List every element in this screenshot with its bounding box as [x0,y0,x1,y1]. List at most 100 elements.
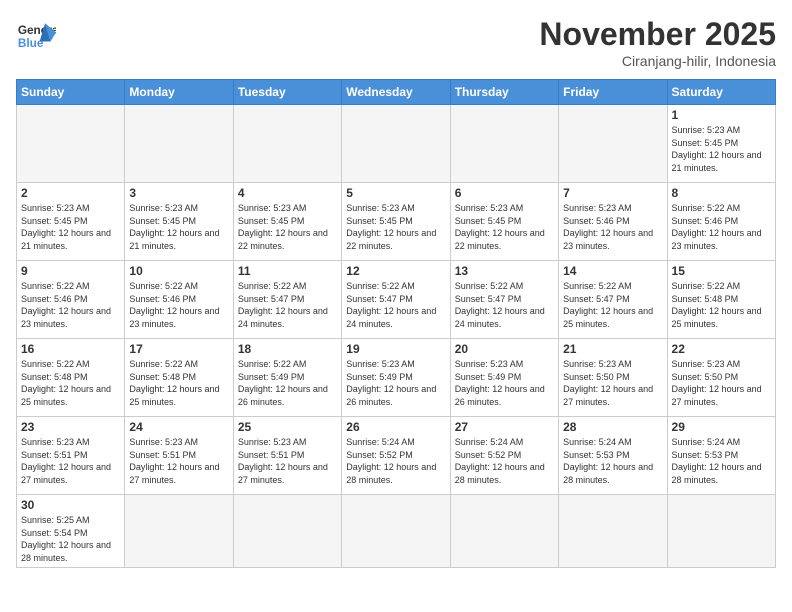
day-info: Sunrise: 5:22 AMSunset: 5:46 PMDaylight:… [672,202,771,252]
day-number: 27 [455,420,554,434]
day-info: Sunrise: 5:25 AMSunset: 5:54 PMDaylight:… [21,514,120,564]
day-number: 30 [21,498,120,512]
week-row-3: 9 Sunrise: 5:22 AMSunset: 5:46 PMDaylight… [17,261,776,339]
calendar-cell: 1Sunrise: 5:23 AMSunset: 5:45 PMDaylight… [667,105,775,183]
calendar-cell: 29Sunrise: 5:24 AMSunset: 5:53 PMDayligh… [667,417,775,495]
day-info: Sunrise: 5:23 AMSunset: 5:51 PMDaylight:… [129,436,228,486]
day-info: Sunrise: 5:23 AMSunset: 5:46 PMDaylight:… [563,202,662,252]
day-number: 17 [129,342,228,356]
day-info: Sunrise: 5:23 AMSunset: 5:45 PMDaylight:… [346,202,445,252]
calendar-cell: 26 Sunrise: 5:24 AMSunset: 5:52 PMDayligh… [342,417,450,495]
calendar-cell: 17 Sunrise: 5:22 AMSunset: 5:48 PMDayligh… [125,339,233,417]
calendar-cell: 19Sunrise: 5:23 AMSunset: 5:49 PMDayligh… [342,339,450,417]
week-row-6: 30 Sunrise: 5:25 AMSunset: 5:54 PMDayligh… [17,495,776,568]
calendar-cell: 3Sunrise: 5:23 AMSunset: 5:45 PMDaylight… [125,183,233,261]
calendar-cell: 9 Sunrise: 5:22 AMSunset: 5:46 PMDaylight… [17,261,125,339]
calendar-cell: 18 Sunrise: 5:22 AMSunset: 5:49 PMDayligh… [233,339,341,417]
day-info: Sunrise: 5:23 AMSunset: 5:50 PMDaylight:… [563,358,662,408]
day-info: Sunrise: 5:24 AMSunset: 5:52 PMDaylight:… [346,436,445,486]
day-info: Sunrise: 5:23 AMSunset: 5:51 PMDaylight:… [21,436,120,486]
day-info: Sunrise: 5:22 AMSunset: 5:48 PMDaylight:… [129,358,228,408]
calendar-cell [342,105,450,183]
week-row-4: 16 Sunrise: 5:22 AMSunset: 5:48 PMDayligh… [17,339,776,417]
day-info: Sunrise: 5:22 AMSunset: 5:46 PMDaylight:… [129,280,228,330]
calendar-cell: 11 Sunrise: 5:22 AMSunset: 5:47 PMDayligh… [233,261,341,339]
calendar-cell: 6 Sunrise: 5:23 AMSunset: 5:45 PMDaylight… [450,183,558,261]
calendar-cell: 10 Sunrise: 5:22 AMSunset: 5:46 PMDayligh… [125,261,233,339]
day-info: Sunrise: 5:22 AMSunset: 5:47 PMDaylight:… [563,280,662,330]
day-number: 21 [563,342,662,356]
day-number: 5 [346,186,445,200]
day-info: Sunrise: 5:23 AMSunset: 5:45 PMDaylight:… [129,202,228,252]
weekday-header-thursday: Thursday [450,80,558,105]
calendar-cell: 12Sunrise: 5:22 AMSunset: 5:47 PMDayligh… [342,261,450,339]
calendar-cell: 7Sunrise: 5:23 AMSunset: 5:46 PMDaylight… [559,183,667,261]
calendar-cell [450,105,558,183]
calendar-cell [450,495,558,568]
calendar-cell: 14 Sunrise: 5:22 AMSunset: 5:47 PMDayligh… [559,261,667,339]
weekday-header-row: SundayMondayTuesdayWednesdayThursdayFrid… [17,80,776,105]
calendar-cell: 2Sunrise: 5:23 AMSunset: 5:45 PMDaylight… [17,183,125,261]
calendar-cell [342,495,450,568]
calendar-cell: 16 Sunrise: 5:22 AMSunset: 5:48 PMDayligh… [17,339,125,417]
calendar-cell: 4Sunrise: 5:23 AMSunset: 5:45 PMDaylight… [233,183,341,261]
calendar-cell: 5 Sunrise: 5:23 AMSunset: 5:45 PMDaylight… [342,183,450,261]
calendar-cell: 8 Sunrise: 5:22 AMSunset: 5:46 PMDaylight… [667,183,775,261]
calendar-cell [233,105,341,183]
week-row-5: 23Sunrise: 5:23 AMSunset: 5:51 PMDayligh… [17,417,776,495]
day-info: Sunrise: 5:22 AMSunset: 5:46 PMDaylight:… [21,280,120,330]
day-number: 10 [129,264,228,278]
week-row-1: 1Sunrise: 5:23 AMSunset: 5:45 PMDaylight… [17,105,776,183]
calendar-cell: 13 Sunrise: 5:22 AMSunset: 5:47 PMDayligh… [450,261,558,339]
day-number: 6 [455,186,554,200]
day-info: Sunrise: 5:22 AMSunset: 5:48 PMDaylight:… [21,358,120,408]
day-info: Sunrise: 5:22 AMSunset: 5:47 PMDaylight:… [455,280,554,330]
day-info: Sunrise: 5:24 AMSunset: 5:53 PMDaylight:… [563,436,662,486]
logo: General Blue [16,16,56,56]
svg-text:Blue: Blue [18,36,44,50]
day-info: Sunrise: 5:23 AMSunset: 5:45 PMDaylight:… [21,202,120,252]
month-title: November 2025 [539,16,776,53]
calendar-cell: 28 Sunrise: 5:24 AMSunset: 5:53 PMDayligh… [559,417,667,495]
day-number: 18 [238,342,337,356]
day-number: 16 [21,342,120,356]
day-info: Sunrise: 5:23 AMSunset: 5:49 PMDaylight:… [455,358,554,408]
day-number: 12 [346,264,445,278]
calendar-cell [559,105,667,183]
calendar-cell: 23Sunrise: 5:23 AMSunset: 5:51 PMDayligh… [17,417,125,495]
logo-icon: General Blue [16,16,56,56]
weekday-header-monday: Monday [125,80,233,105]
day-number: 4 [238,186,337,200]
day-info: Sunrise: 5:23 AMSunset: 5:45 PMDaylight:… [455,202,554,252]
calendar-cell: 20 Sunrise: 5:23 AMSunset: 5:49 PMDayligh… [450,339,558,417]
day-number: 25 [238,420,337,434]
day-number: 19 [346,342,445,356]
calendar-cell [667,495,775,568]
day-info: Sunrise: 5:22 AMSunset: 5:47 PMDaylight:… [238,280,337,330]
day-info: Sunrise: 5:22 AMSunset: 5:48 PMDaylight:… [672,280,771,330]
day-number: 28 [563,420,662,434]
title-block: November 2025 Ciranjang-hilir, Indonesia [539,16,776,69]
day-number: 13 [455,264,554,278]
day-number: 29 [672,420,771,434]
day-number: 11 [238,264,337,278]
calendar-cell: 22Sunrise: 5:23 AMSunset: 5:50 PMDayligh… [667,339,775,417]
page-header: General Blue November 2025 Ciranjang-hil… [16,16,776,69]
calendar-cell: 27Sunrise: 5:24 AMSunset: 5:52 PMDayligh… [450,417,558,495]
weekday-header-tuesday: Tuesday [233,80,341,105]
day-info: Sunrise: 5:23 AMSunset: 5:45 PMDaylight:… [672,124,771,174]
calendar-cell: 30 Sunrise: 5:25 AMSunset: 5:54 PMDayligh… [17,495,125,568]
day-number: 14 [563,264,662,278]
day-number: 22 [672,342,771,356]
day-number: 26 [346,420,445,434]
calendar-cell [559,495,667,568]
day-number: 9 [21,264,120,278]
weekday-header-saturday: Saturday [667,80,775,105]
calendar-cell [17,105,125,183]
day-number: 20 [455,342,554,356]
week-row-2: 2Sunrise: 5:23 AMSunset: 5:45 PMDaylight… [17,183,776,261]
day-info: Sunrise: 5:22 AMSunset: 5:49 PMDaylight:… [238,358,337,408]
calendar-cell: 25Sunrise: 5:23 AMSunset: 5:51 PMDayligh… [233,417,341,495]
calendar-cell [125,105,233,183]
day-number: 8 [672,186,771,200]
